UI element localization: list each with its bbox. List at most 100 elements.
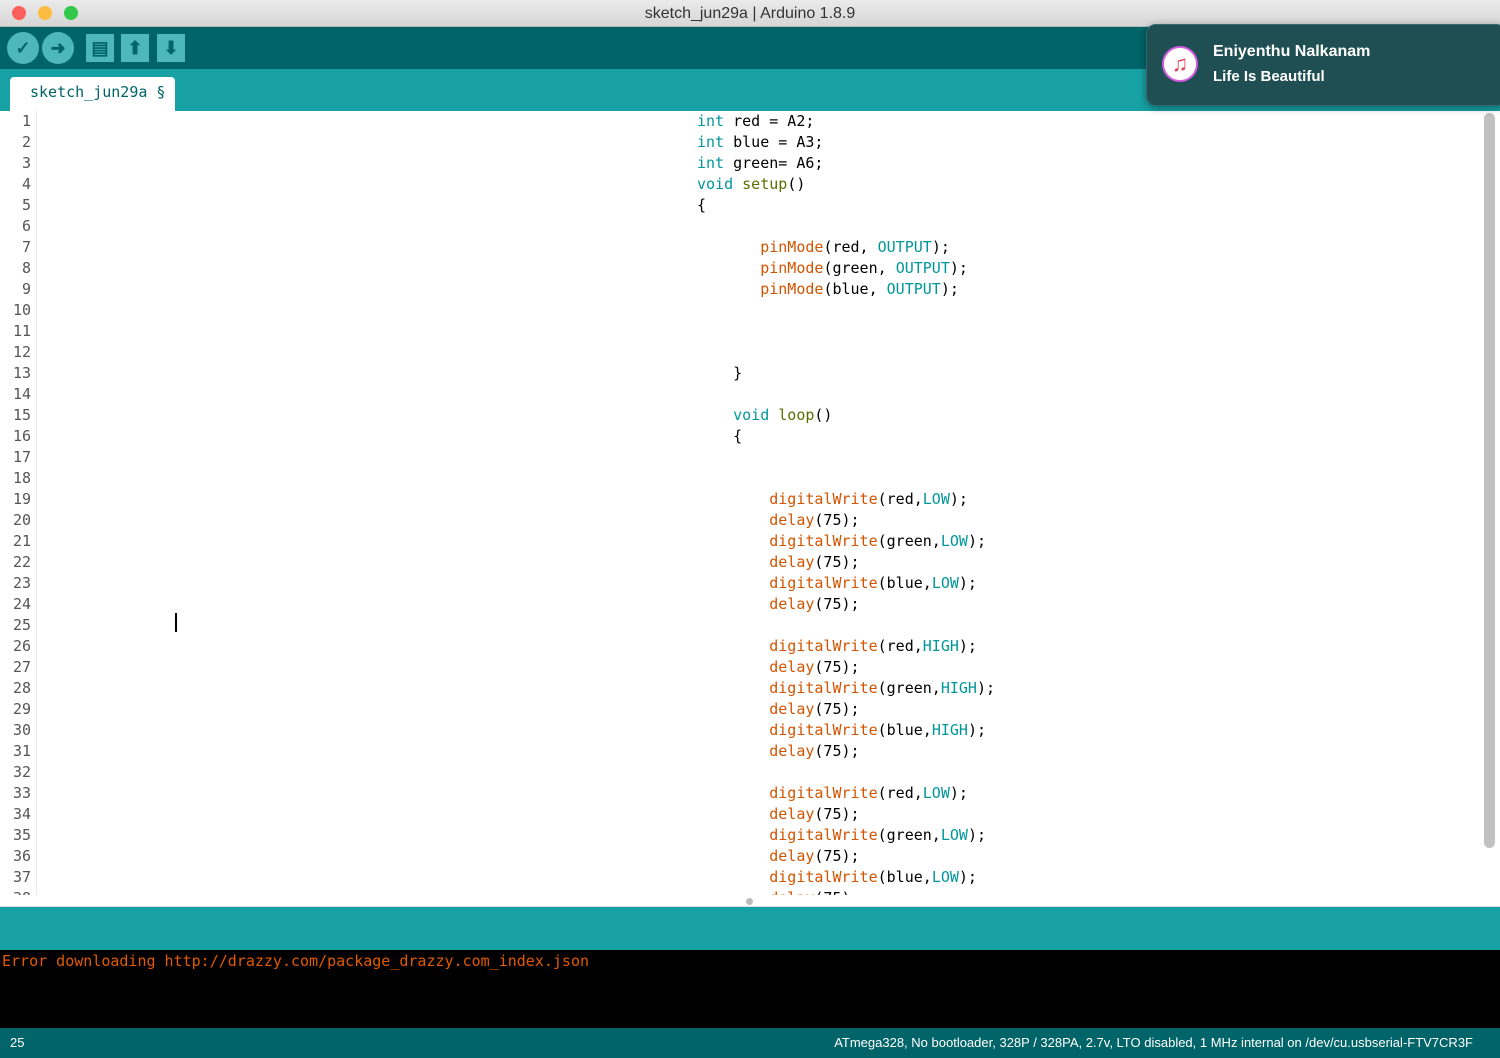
code-token-call: digitalWrite bbox=[769, 574, 878, 592]
line-number: 33 bbox=[12, 784, 31, 802]
code-token-plain: blue = A3; bbox=[724, 133, 824, 151]
code-line: void setup() bbox=[697, 174, 805, 195]
code-token-plain: (red, bbox=[877, 637, 923, 655]
code-token-plain: (75); bbox=[814, 658, 860, 676]
line-number: 12 bbox=[12, 343, 31, 361]
code-editor[interactable]: 1 2 3 4 5 6 7 8 9 10 11 12 13 14 15 16 17 18 19 20 21 22 23 24 2… bbox=[0, 111, 1500, 895]
code-token-plain: (green, bbox=[877, 826, 941, 844]
code-line: digitalWrite(green,LOW); bbox=[697, 531, 986, 552]
code-token-kw: void bbox=[733, 406, 770, 424]
line-number: 22 bbox=[12, 553, 31, 571]
code-line: delay(75); bbox=[697, 657, 860, 678]
code-token-plain: } bbox=[697, 364, 743, 382]
code-token-plain: ); bbox=[949, 259, 968, 277]
code-token-call: delay bbox=[769, 595, 815, 613]
close-window-button[interactable] bbox=[12, 6, 26, 20]
zoom-window-button[interactable] bbox=[64, 6, 78, 20]
line-number: 23 bbox=[12, 574, 31, 592]
code-token-kw: int bbox=[697, 154, 725, 172]
code-line: { bbox=[697, 195, 706, 216]
code-token-call: digitalWrite bbox=[769, 784, 878, 802]
new-button[interactable]: ▤ bbox=[86, 34, 114, 62]
code-token-call: delay bbox=[769, 511, 815, 529]
code-token-call: delay bbox=[769, 805, 815, 823]
line-number: 1 bbox=[21, 112, 31, 130]
code-line: pinMode(green, OUTPUT); bbox=[697, 258, 968, 279]
code-token-call: pinMode bbox=[760, 280, 824, 298]
line-number: 28 bbox=[12, 679, 31, 697]
line-number: 19 bbox=[12, 490, 31, 508]
code-token-fn: setup bbox=[742, 175, 788, 193]
line-number: 27 bbox=[12, 658, 31, 676]
code-token-plain: () bbox=[787, 175, 806, 193]
text-cursor bbox=[175, 613, 177, 632]
line-number: 2 bbox=[21, 133, 31, 151]
line-number: 15 bbox=[12, 406, 31, 424]
console-output: Error downloading http://drazzy.com/pack… bbox=[0, 950, 1500, 1028]
line-number-gutter: 1 2 3 4 5 6 7 8 9 10 11 12 13 14 15 16 17 18 19 20 21 22 23 24 2… bbox=[0, 111, 37, 895]
code-line: pinMode(blue, OUTPUT); bbox=[697, 279, 959, 300]
line-number: 8 bbox=[21, 259, 31, 277]
line-number: 17 bbox=[12, 448, 31, 466]
code-token-plain: (red, bbox=[877, 490, 923, 508]
code-token-const: LOW bbox=[931, 868, 959, 886]
save-button[interactable]: ⬇ bbox=[157, 34, 185, 62]
code-token-const: LOW bbox=[922, 490, 950, 508]
code-token-const: LOW bbox=[940, 826, 968, 844]
code-token-call: pinMode bbox=[760, 238, 824, 256]
code-token-plain: (red, bbox=[877, 784, 923, 802]
new-file-icon: ▤ bbox=[91, 38, 109, 58]
code-line: delay(75); bbox=[697, 510, 859, 531]
code-token-plain: ); bbox=[967, 532, 986, 550]
tab-sketch[interactable]: sketch_jun29a § bbox=[10, 77, 176, 111]
line-number: 30 bbox=[12, 721, 31, 739]
code-token-plain: ); bbox=[949, 784, 968, 802]
code-token-call: digitalWrite bbox=[769, 637, 878, 655]
window-title: sketch_jun29a | Arduino 1.8.9 bbox=[644, 5, 856, 22]
code-token-const: OUTPUT bbox=[895, 259, 950, 277]
notification-banner[interactable]: ♫ Eniyenthu Nalkanam Life Is Beautiful bbox=[1146, 24, 1500, 106]
code-token-const: LOW bbox=[922, 784, 950, 802]
code-token-call: digitalWrite bbox=[769, 721, 878, 739]
code-token-const: HIGH bbox=[931, 721, 968, 739]
code-line: } bbox=[697, 363, 742, 384]
code-token-plain: (blue, bbox=[823, 280, 887, 298]
code-line: delay(75); bbox=[697, 846, 859, 867]
minimize-window-button[interactable] bbox=[38, 6, 52, 20]
code-line: { bbox=[697, 426, 742, 447]
code-line: delay(75); bbox=[697, 804, 859, 825]
code-line: digitalWrite(red,HIGH); bbox=[697, 636, 977, 657]
code-line: delay(75); bbox=[697, 552, 859, 573]
line-number: 9 bbox=[21, 280, 31, 298]
vertical-scrollbar[interactable] bbox=[1484, 113, 1495, 848]
line-number: 31 bbox=[12, 742, 31, 760]
code-token-plain: (blue, bbox=[877, 574, 932, 592]
code-token-const: HIGH bbox=[940, 679, 977, 697]
horizontal-scrollbar[interactable] bbox=[0, 895, 1500, 907]
notification-title: Eniyenthu Nalkanam bbox=[1213, 43, 1371, 60]
code-line: delay(75); bbox=[697, 594, 859, 615]
code-token-plain: ); bbox=[967, 826, 986, 844]
open-button[interactable]: ⬆ bbox=[121, 34, 149, 62]
scroll-thumb[interactable] bbox=[746, 898, 753, 905]
code-token-plain: ); bbox=[949, 490, 968, 508]
code-token-kw: void bbox=[697, 175, 734, 193]
code-token-plain: { bbox=[697, 196, 707, 214]
code-token-const: HIGH bbox=[922, 637, 959, 655]
verify-button[interactable]: ✓ bbox=[7, 32, 39, 64]
code-token-kw: int bbox=[697, 112, 725, 130]
upload-button[interactable]: ➜ bbox=[42, 32, 74, 64]
code-line: int blue = A3; bbox=[697, 132, 823, 153]
itunes-music-note-icon: ♫ bbox=[1162, 46, 1198, 82]
